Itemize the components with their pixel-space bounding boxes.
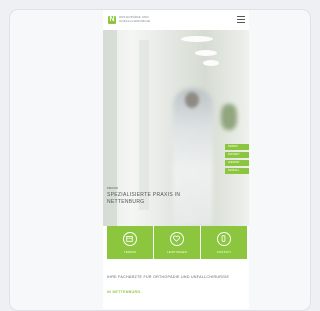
side-tab[interactable]: ANFAHRT [225, 160, 249, 166]
card-label: LEISTUNGEN [167, 250, 187, 254]
ceiling-light [195, 50, 217, 56]
mobile-page: N ORTHOPÄDIE UND UNFALLCHIRURGIE TERMIN … [103, 10, 249, 309]
preview-frame: N ORTHOPÄDIE UND UNFALLCHIRURGIE TERMIN … [9, 9, 311, 311]
hero-image: TERMIN KONTAKT ANFAHRT NOTFALL PRAXIS SP… [103, 30, 249, 226]
card-label: TERMIN [124, 250, 136, 254]
phone-icon [217, 232, 231, 246]
side-tab[interactable]: KONTAKT [225, 152, 249, 158]
logo-icon[interactable]: N [108, 16, 116, 24]
hero-kicker: PRAXIS [107, 186, 119, 190]
quick-links: TERMIN LEISTUNGEN KONTAKT [103, 226, 249, 259]
card-leistungen[interactable]: LEISTUNGEN [154, 226, 200, 259]
side-tab[interactable]: TERMIN [225, 144, 249, 150]
hero-title: SPEZIALISIERTE PRAXIS IN NETTENBURG [107, 192, 181, 205]
side-tab[interactable]: NOTFALL [225, 168, 249, 174]
card-label: KONTAKT [216, 250, 232, 254]
site-header: N ORTHOPÄDIE UND UNFALLCHIRURGIE [103, 10, 249, 30]
hamburger-menu-icon[interactable] [237, 16, 245, 24]
hallway-door [139, 40, 149, 210]
card-termin[interactable]: TERMIN [107, 226, 153, 259]
heart-icon [170, 232, 184, 246]
ceiling-light [181, 36, 213, 42]
ceiling-light [203, 60, 219, 66]
card-kontakt[interactable]: KONTAKT [201, 226, 247, 259]
doctor-head [185, 92, 199, 108]
intro-accent: IN NETTENBURG. [107, 290, 142, 294]
intro-section: IHRE FACHÄRZTE FÜR ORTHOPÄDIE UND UNFALL… [103, 259, 249, 309]
side-tabs: TERMIN KONTAKT ANFAHRT NOTFALL [225, 144, 249, 176]
logo-text[interactable]: ORTHOPÄDIE UND UNFALLCHIRURGIE [119, 15, 179, 23]
plant [221, 104, 237, 130]
calendar-icon [123, 232, 137, 246]
intro-text: IHRE FACHÄRZTE FÜR ORTHOPÄDIE UND UNFALL… [107, 275, 230, 279]
